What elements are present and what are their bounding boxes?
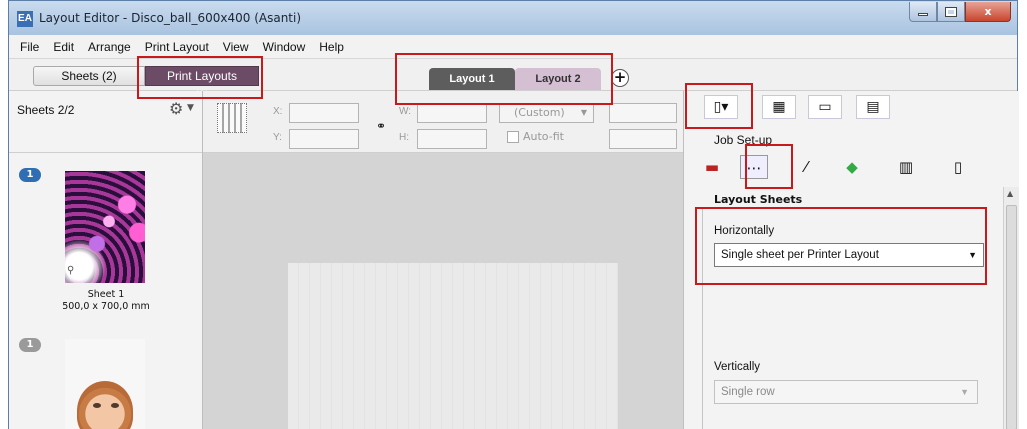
vertically-value: Single row	[721, 386, 775, 398]
menu-print-layout[interactable]: Print Layout	[138, 40, 216, 54]
layout-canvas[interactable]	[203, 153, 683, 429]
y-label: Y:	[273, 132, 282, 143]
color-tab-icon[interactable]: ▦	[762, 95, 796, 119]
section-title: Job Set-up	[714, 133, 773, 147]
reference-point-icon[interactable]	[217, 103, 247, 133]
scrollbar-thumb[interactable]	[1006, 205, 1017, 429]
tab-sheets[interactable]: Sheets (2)	[33, 66, 145, 86]
sheet-1-thumbnail[interactable]	[65, 171, 145, 283]
close-icon: x	[984, 5, 992, 18]
chevron-down-icon: ▼	[580, 108, 587, 117]
menu-bar: File Edit Arrange Print Layout View Wind…	[9, 35, 1017, 59]
tab-bar: Sheets (2) Print Layouts (2) Layout 1 La…	[9, 59, 1017, 102]
media-icon[interactable]: ▬	[698, 155, 726, 179]
vertically-select[interactable]: Single row ▼	[714, 380, 978, 404]
sheets-panel-header: Sheets 2/2 ⚙ ▼	[9, 91, 202, 153]
brush-icon[interactable]: ⁄	[792, 155, 820, 179]
child-photo-image	[77, 381, 133, 429]
magnifier-icon[interactable]: ⚲	[67, 265, 74, 276]
position-toolbar: X: Y: ⚭ W: H: (Custom) ▼ Auto-fit	[203, 91, 683, 153]
maximize-icon	[945, 6, 957, 17]
size-preset-value: (Custom)	[514, 106, 565, 119]
book-icon[interactable]: ▥	[892, 155, 920, 179]
horizontally-value: Single sheet per Printer Layout	[721, 249, 879, 261]
tab-layout-2[interactable]: Layout 2	[515, 68, 601, 90]
app-icon: EA	[17, 11, 33, 27]
disco-ball-image	[65, 171, 145, 283]
photo-detail	[93, 403, 101, 408]
tab-layout-1[interactable]: Layout 1	[429, 68, 515, 90]
app-window: EA Layout Editor - Disco_ball_600x400 (A…	[8, 0, 1019, 429]
autofit-checkbox[interactable]: Auto-fit	[507, 130, 564, 143]
vertically-label: Vertically	[714, 361, 761, 373]
h-field[interactable]	[417, 129, 487, 149]
properties-panel: ▯▾ ▦ ▭ ▤ Job Set-up ▬ ⋯ ⁄ ◆ ▥ ▯ Layout S…	[683, 91, 1019, 429]
window-controls: x	[909, 2, 1011, 22]
link-proportions-icon[interactable]: ⚭	[376, 119, 386, 133]
menu-arrange[interactable]: Arrange	[81, 40, 138, 54]
tab-print-layouts[interactable]: Print Layouts (2)	[145, 66, 259, 102]
sheet-1-badge: 1	[19, 168, 41, 182]
w-field[interactable]	[417, 103, 487, 123]
section-icons: ▬ ⋯ ⁄ ◆ ▥ ▯	[694, 155, 1014, 181]
close-button[interactable]: x	[965, 2, 1011, 22]
sheet-1-label: Sheet 1 500,0 x 700,0 mm	[9, 289, 203, 313]
pages-icon[interactable]: ▯	[944, 155, 972, 179]
layout-sheets-icon[interactable]: ⋯	[740, 155, 768, 179]
layout-page[interactable]	[288, 263, 618, 429]
layout-sheets-title: Layout Sheets	[714, 193, 803, 206]
menu-view[interactable]: View	[216, 40, 256, 54]
sheet-2-thumbnail[interactable]	[65, 339, 145, 429]
sheets-panel-title: Sheets 2/2	[17, 103, 75, 117]
sheet-2-badge: 1	[19, 338, 41, 352]
minimize-icon	[918, 13, 928, 16]
title-bar[interactable]: EA Layout Editor - Disco_ball_600x400 (A…	[9, 1, 1017, 35]
menu-help[interactable]: Help	[312, 40, 351, 54]
h-label: H:	[399, 132, 409, 143]
add-layout-button[interactable]: +	[611, 69, 629, 87]
image-tab-icon[interactable]: ▭	[808, 95, 842, 119]
horizontally-label: Horizontally	[714, 225, 775, 237]
menu-window[interactable]: Window	[256, 40, 313, 54]
minimize-button[interactable]	[909, 2, 937, 22]
autofit-label: Auto-fit	[523, 130, 564, 143]
scroll-up-icon[interactable]: ▲	[1007, 189, 1013, 198]
properties-top-icons: ▯▾ ▦ ▭ ▤	[684, 91, 1020, 121]
maximize-button[interactable]	[937, 2, 965, 22]
extra-field-1[interactable]	[609, 103, 677, 123]
gear-icon[interactable]: ⚙	[169, 99, 183, 118]
sheet-1-size: 500,0 x 700,0 mm	[62, 301, 150, 312]
sheets-panel: Sheets 2/2 ⚙ ▼ 1 ⚲ Sheet 1 500,0 x 700,0…	[9, 91, 203, 429]
chevron-down-icon: ▼	[960, 387, 969, 397]
y-field[interactable]	[289, 129, 359, 149]
job-setup-tab-icon[interactable]: ▯▾	[704, 95, 738, 119]
properties-scrollbar[interactable]: ▲	[1003, 187, 1019, 429]
menu-edit[interactable]: Edit	[46, 40, 81, 54]
x-field[interactable]	[289, 103, 359, 123]
w-label: W:	[399, 106, 412, 117]
photo-detail	[111, 403, 119, 408]
checkbox-icon	[507, 130, 519, 143]
sheet-1-name: Sheet 1	[87, 289, 125, 300]
color-icon[interactable]: ◆	[838, 155, 866, 179]
window-title: Layout Editor - Disco_ball_600x400 (Asan…	[39, 11, 302, 25]
chevron-down-icon[interactable]: ▼	[187, 103, 194, 113]
printer-tab-icon[interactable]: ▤	[856, 95, 890, 119]
x-label: X:	[273, 106, 283, 117]
size-preset-select[interactable]: (Custom) ▼	[499, 103, 594, 123]
extra-field-2[interactable]	[609, 129, 677, 149]
horizontally-select[interactable]: Single sheet per Printer Layout ▼	[714, 243, 984, 267]
menu-file[interactable]: File	[13, 40, 46, 54]
chevron-down-icon: ▼	[968, 250, 977, 260]
